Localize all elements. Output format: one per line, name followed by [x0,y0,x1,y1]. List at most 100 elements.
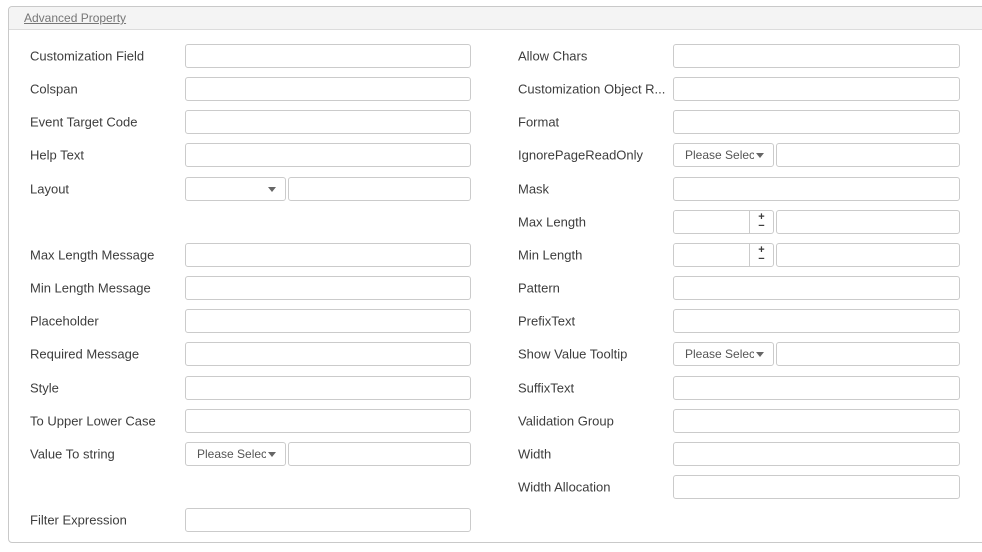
style-control [185,376,471,400]
min-length-input[interactable] [776,243,960,267]
form-row-required-message: Required Message [30,342,471,366]
ignorepagereadonly-label: IgnorePageReadOnly [518,147,644,163]
max-length-message-input[interactable] [185,243,471,267]
max-length-control: + − [673,210,960,234]
form-row-min-length: Min Length + − [518,243,960,267]
width-allocation-input[interactable] [673,475,960,499]
value-to-string-control: Please Select [185,442,471,466]
help-text-control [185,143,471,167]
min-length-number-input[interactable] [674,244,749,266]
validation-group-input[interactable] [673,409,960,433]
customization-object-r-input[interactable] [673,77,960,101]
select-value: Please Select [197,447,266,461]
decrement-button[interactable]: − [758,221,764,232]
style-label: Style [30,380,59,396]
suffixtext-label: SuffixText [518,380,575,396]
event-target-code-label: Event Target Code [30,114,138,130]
decrement-button[interactable]: − [758,254,764,265]
mask-input[interactable] [673,177,960,201]
format-control [673,110,960,134]
prefixtext-control [673,309,960,333]
customization-field-label: Customization Field [30,48,145,64]
form-row-width-allocation: Width Allocation [518,475,960,499]
filter-expression-input[interactable] [185,508,471,532]
placeholder-input[interactable] [185,309,471,333]
prefixtext-input[interactable] [673,309,960,333]
form-row-to-upper-lower-case: To Upper Lower Case [30,409,471,433]
form-row-customization-field: Customization Field [30,44,471,68]
max-length-stepper-buttons: + − [749,211,773,233]
min-length-stepper-buttons: + − [749,244,773,266]
form-row-value-to-string: Value To string Please Select [30,442,471,466]
max-length-number-input[interactable] [674,211,749,233]
to-upper-lower-case-input[interactable] [185,409,471,433]
form-row-layout: Layout [30,177,471,201]
required-message-input[interactable] [185,342,471,366]
show-value-tooltip-label: Show Value Tooltip [518,346,628,362]
allow-chars-input[interactable] [673,44,960,68]
help-text-input[interactable] [185,143,471,167]
max-length-stepper: + − [673,210,774,234]
form-row-prefixtext: PrefixText [518,309,960,333]
ignorepagereadonly-input[interactable] [776,143,960,167]
layout-select[interactable] [185,177,286,201]
validation-group-label: Validation Group [518,413,614,429]
event-target-code-control [185,110,471,134]
form-row-placeholder: Placeholder [30,309,471,333]
allow-chars-label: Allow Chars [518,48,588,64]
form-row-help-text: Help Text [30,143,471,167]
placeholder-label: Placeholder [30,313,99,329]
select-value: Please Select [685,148,754,162]
width-input[interactable] [673,442,960,466]
customization-field-control [185,44,471,68]
colspan-control [185,77,471,101]
width-label: Width [518,446,552,462]
max-length-message-control [185,243,471,267]
mask-control [673,177,960,201]
min-length-control: + − [673,243,960,267]
min-length-message-control [185,276,471,300]
format-input[interactable] [673,110,960,134]
form-row-style: Style [30,376,471,400]
form-row-allow-chars: Allow Chars [518,44,960,68]
form-row-ignorepagereadonly: IgnorePageReadOnly Please Select [518,143,960,167]
max-length-input[interactable] [776,210,960,234]
width-control [673,442,960,466]
filter-expression-control [185,508,471,532]
form-row-max-length: Max Length + − [518,210,960,234]
min-length-message-input[interactable] [185,276,471,300]
form-row-width: Width [518,442,960,466]
pattern-control [673,276,960,300]
event-target-code-input[interactable] [185,110,471,134]
panel-header: Advanced Property [9,7,982,30]
customization-field-input[interactable] [185,44,471,68]
style-input[interactable] [185,376,471,400]
show-value-tooltip-input[interactable] [776,342,960,366]
form-row-mask: Mask [518,177,960,201]
chevron-down-icon [268,186,276,192]
select-value: Please Select [685,347,754,361]
suffixtext-control [673,376,960,400]
ignorepagereadonly-control: Please Select [673,143,960,167]
form-row-validation-group: Validation Group [518,409,960,433]
colspan-input[interactable] [185,77,471,101]
layout-input[interactable] [288,177,471,201]
form-row-filter-expression: Filter Expression [30,508,471,532]
allow-chars-control [673,44,960,68]
filter-expression-label: Filter Expression [30,512,127,528]
prefixtext-label: PrefixText [518,313,576,329]
format-label: Format [518,114,560,130]
chevron-down-icon [268,451,276,457]
value-to-string-input[interactable] [288,442,471,466]
value-to-string-select[interactable]: Please Select [185,442,286,466]
form-row-min-length-message: Min Length Message [30,276,471,300]
ignorepagereadonly-select[interactable]: Please Select [673,143,774,167]
width-allocation-control [673,475,960,499]
suffixtext-input[interactable] [673,376,960,400]
chevron-down-icon [756,351,764,357]
pattern-input[interactable] [673,276,960,300]
value-to-string-label: Value To string [30,446,115,462]
advanced-property-link[interactable]: Advanced Property [24,7,126,29]
mask-label: Mask [518,181,550,197]
show-value-tooltip-select[interactable]: Please Select [673,342,774,366]
